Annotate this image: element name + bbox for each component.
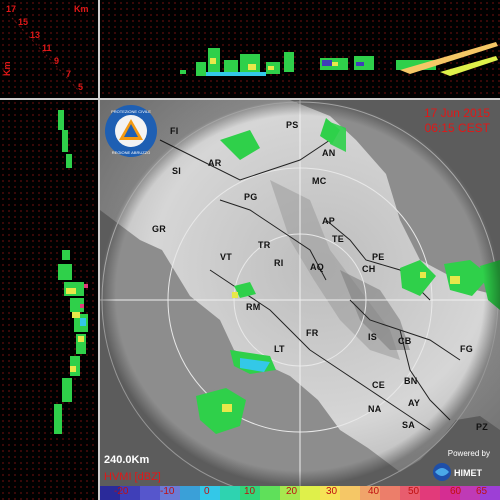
top-section-echoes [180,42,498,76]
height-scale-lines [11,17,81,93]
legend-tick: 0 [204,486,210,497]
legend-tick: 10 [244,486,256,497]
legend-tick: -10 [160,486,175,497]
powered-by-label: Powered by [447,449,490,458]
city-label: CH [362,264,376,274]
legend-tick: 40 [368,486,380,497]
city-label: FG [460,344,473,354]
legend-color-cell [300,486,320,500]
left-section-echoes [54,110,88,434]
logo-text-top: PROTEZIONE CIVILE [111,109,151,114]
city-label: VT [220,252,232,262]
legend-color-cell [180,486,200,500]
city-label: CE [372,380,385,390]
legend-color-cell [340,486,360,500]
city-label: AQ [310,262,324,272]
vertical-section-top [100,0,500,98]
timestamp: 17 Jun 2015 06:15 CEST [424,106,490,136]
city-label: TE [332,234,344,244]
range-label: 240.0Km [104,454,150,466]
date-label: 17 Jun 2015 [423,106,490,120]
radar-map[interactable]: FI PS AN SI AR MC PG GR AP TE TR VT RI P… [100,100,500,486]
legend-color-cell [200,486,220,500]
height-scale-panel: 17 Km 15 13 11 9 7 5 Km [0,0,98,98]
city-label: PE [372,252,385,262]
map-terrain [100,100,500,486]
legend-tick: 50 [408,486,420,497]
city-label: CB [398,336,412,346]
legend-tick: -20 [114,486,129,497]
city-label: SI [172,166,181,176]
city-label: GR [152,224,166,234]
dbz-legend: -20 -10 0 10 20 30 40 50 60 65 [100,486,500,500]
legend-color-cell [420,486,440,500]
city-label: AN [322,148,336,158]
city-label: PS [286,120,299,130]
city-label: BN [404,376,418,386]
city-label: PZ [476,422,488,432]
city-label: SA [402,420,415,430]
city-label: RI [274,258,284,268]
legend-color-cell [140,486,160,500]
legend-color-cell [220,486,240,500]
city-label: RM [246,302,261,312]
time-label: 06:15 CEST [424,121,490,135]
legend-unit-label: HVMI [dBZ] [104,471,161,483]
legend-tick: 30 [326,486,338,497]
city-label: AP [322,216,335,226]
vertical-section-left [0,100,98,500]
city-label: PG [244,192,258,202]
city-label: TR [258,240,271,250]
city-label: LT [274,344,285,354]
city-label: FI [170,126,179,136]
legend-color-cell [260,486,280,500]
city-label: AR [208,158,222,168]
city-label: MC [312,176,327,186]
city-label: AY [408,398,421,408]
city-label: IS [368,332,377,342]
legend-color-cell [380,486,400,500]
legend-tick: 20 [286,486,298,497]
legend-tick: 60 [450,486,462,497]
city-label: NA [368,404,382,414]
city-label: FR [306,328,319,338]
himet-logo: HIMET [433,463,483,481]
logo-text-bottom: REGIONE ABRUZZO [112,150,150,155]
civil-protection-logo: PROTEZIONE CIVILE REGIONE ABRUZZO [105,105,157,157]
himet-text: HIMET [454,468,483,478]
legend-tick: 65 [476,486,488,497]
